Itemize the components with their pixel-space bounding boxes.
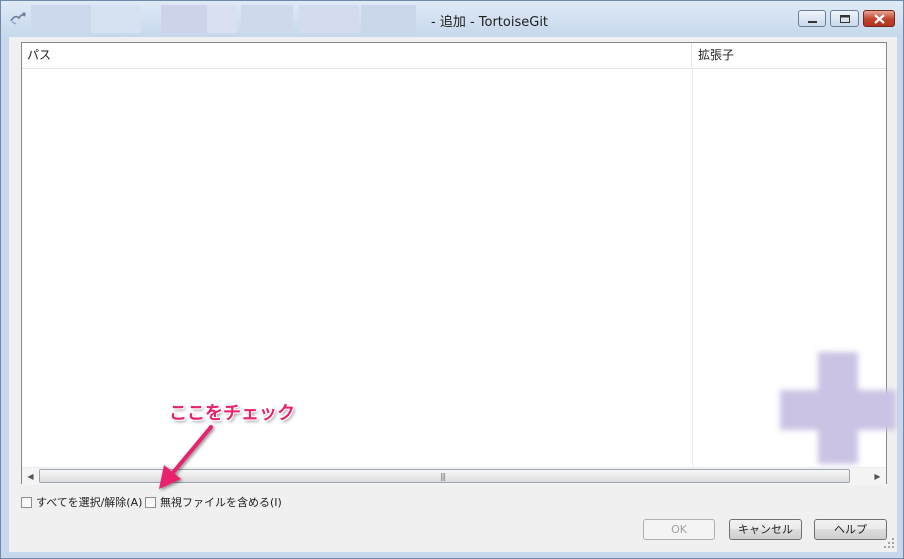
file-list[interactable]: パス 拡張子 ◀ ||| ▶ [21, 42, 896, 485]
dialog-window: - 追加 - TortoiseGit パス 拡張子 ◀ ||| ▶ すべてを選択… [0, 0, 904, 559]
resize-grip-icon[interactable] [883, 537, 895, 549]
window-title: - 追加 - TortoiseGit [431, 15, 549, 30]
list-header: パス 拡張子 [22, 43, 886, 69]
include-ignored-checkbox[interactable] [145, 496, 156, 508]
scroll-right-arrow-icon[interactable]: ▶ [869, 468, 886, 485]
maximize-button[interactable] [830, 10, 859, 27]
include-ignored-label[interactable]: 無視ファイルを含める(I) [160, 494, 282, 510]
redacted-path-blur [31, 5, 421, 33]
scroll-left-arrow-icon[interactable]: ◀ [22, 468, 39, 485]
close-icon [874, 14, 885, 24]
ok-button[interactable]: OK [643, 519, 715, 540]
column-header-extension[interactable]: 拡張子 [693, 43, 883, 68]
cancel-button[interactable]: キャンセル [729, 519, 802, 540]
column-divider [692, 68, 693, 467]
annotation-arrow-icon [159, 425, 213, 489]
close-button[interactable] [863, 10, 895, 27]
dialog-client-area: パス 拡張子 ◀ ||| ▶ すべてを選択/解除(A) 無視ファイルを含める(I… [9, 37, 897, 552]
column-header-path[interactable]: パス [22, 43, 692, 68]
plus-icon [780, 352, 896, 464]
select-all-checkbox[interactable] [21, 496, 32, 508]
tortoisegit-icon[interactable] [9, 10, 27, 26]
minimize-button[interactable] [798, 10, 826, 27]
grip-icon: ||| [440, 472, 446, 481]
help-button[interactable]: ヘルプ [814, 519, 887, 540]
include-ignored-option[interactable]: 無視ファイルを含める(I) [145, 494, 282, 510]
select-all-label[interactable]: すべてを選択/解除(A) [36, 494, 142, 510]
minimize-icon [808, 21, 817, 23]
title-bar[interactable]: - 追加 - TortoiseGit [1, 1, 903, 37]
maximize-icon [840, 15, 850, 23]
select-all-option[interactable]: すべてを選択/解除(A) [21, 494, 142, 510]
